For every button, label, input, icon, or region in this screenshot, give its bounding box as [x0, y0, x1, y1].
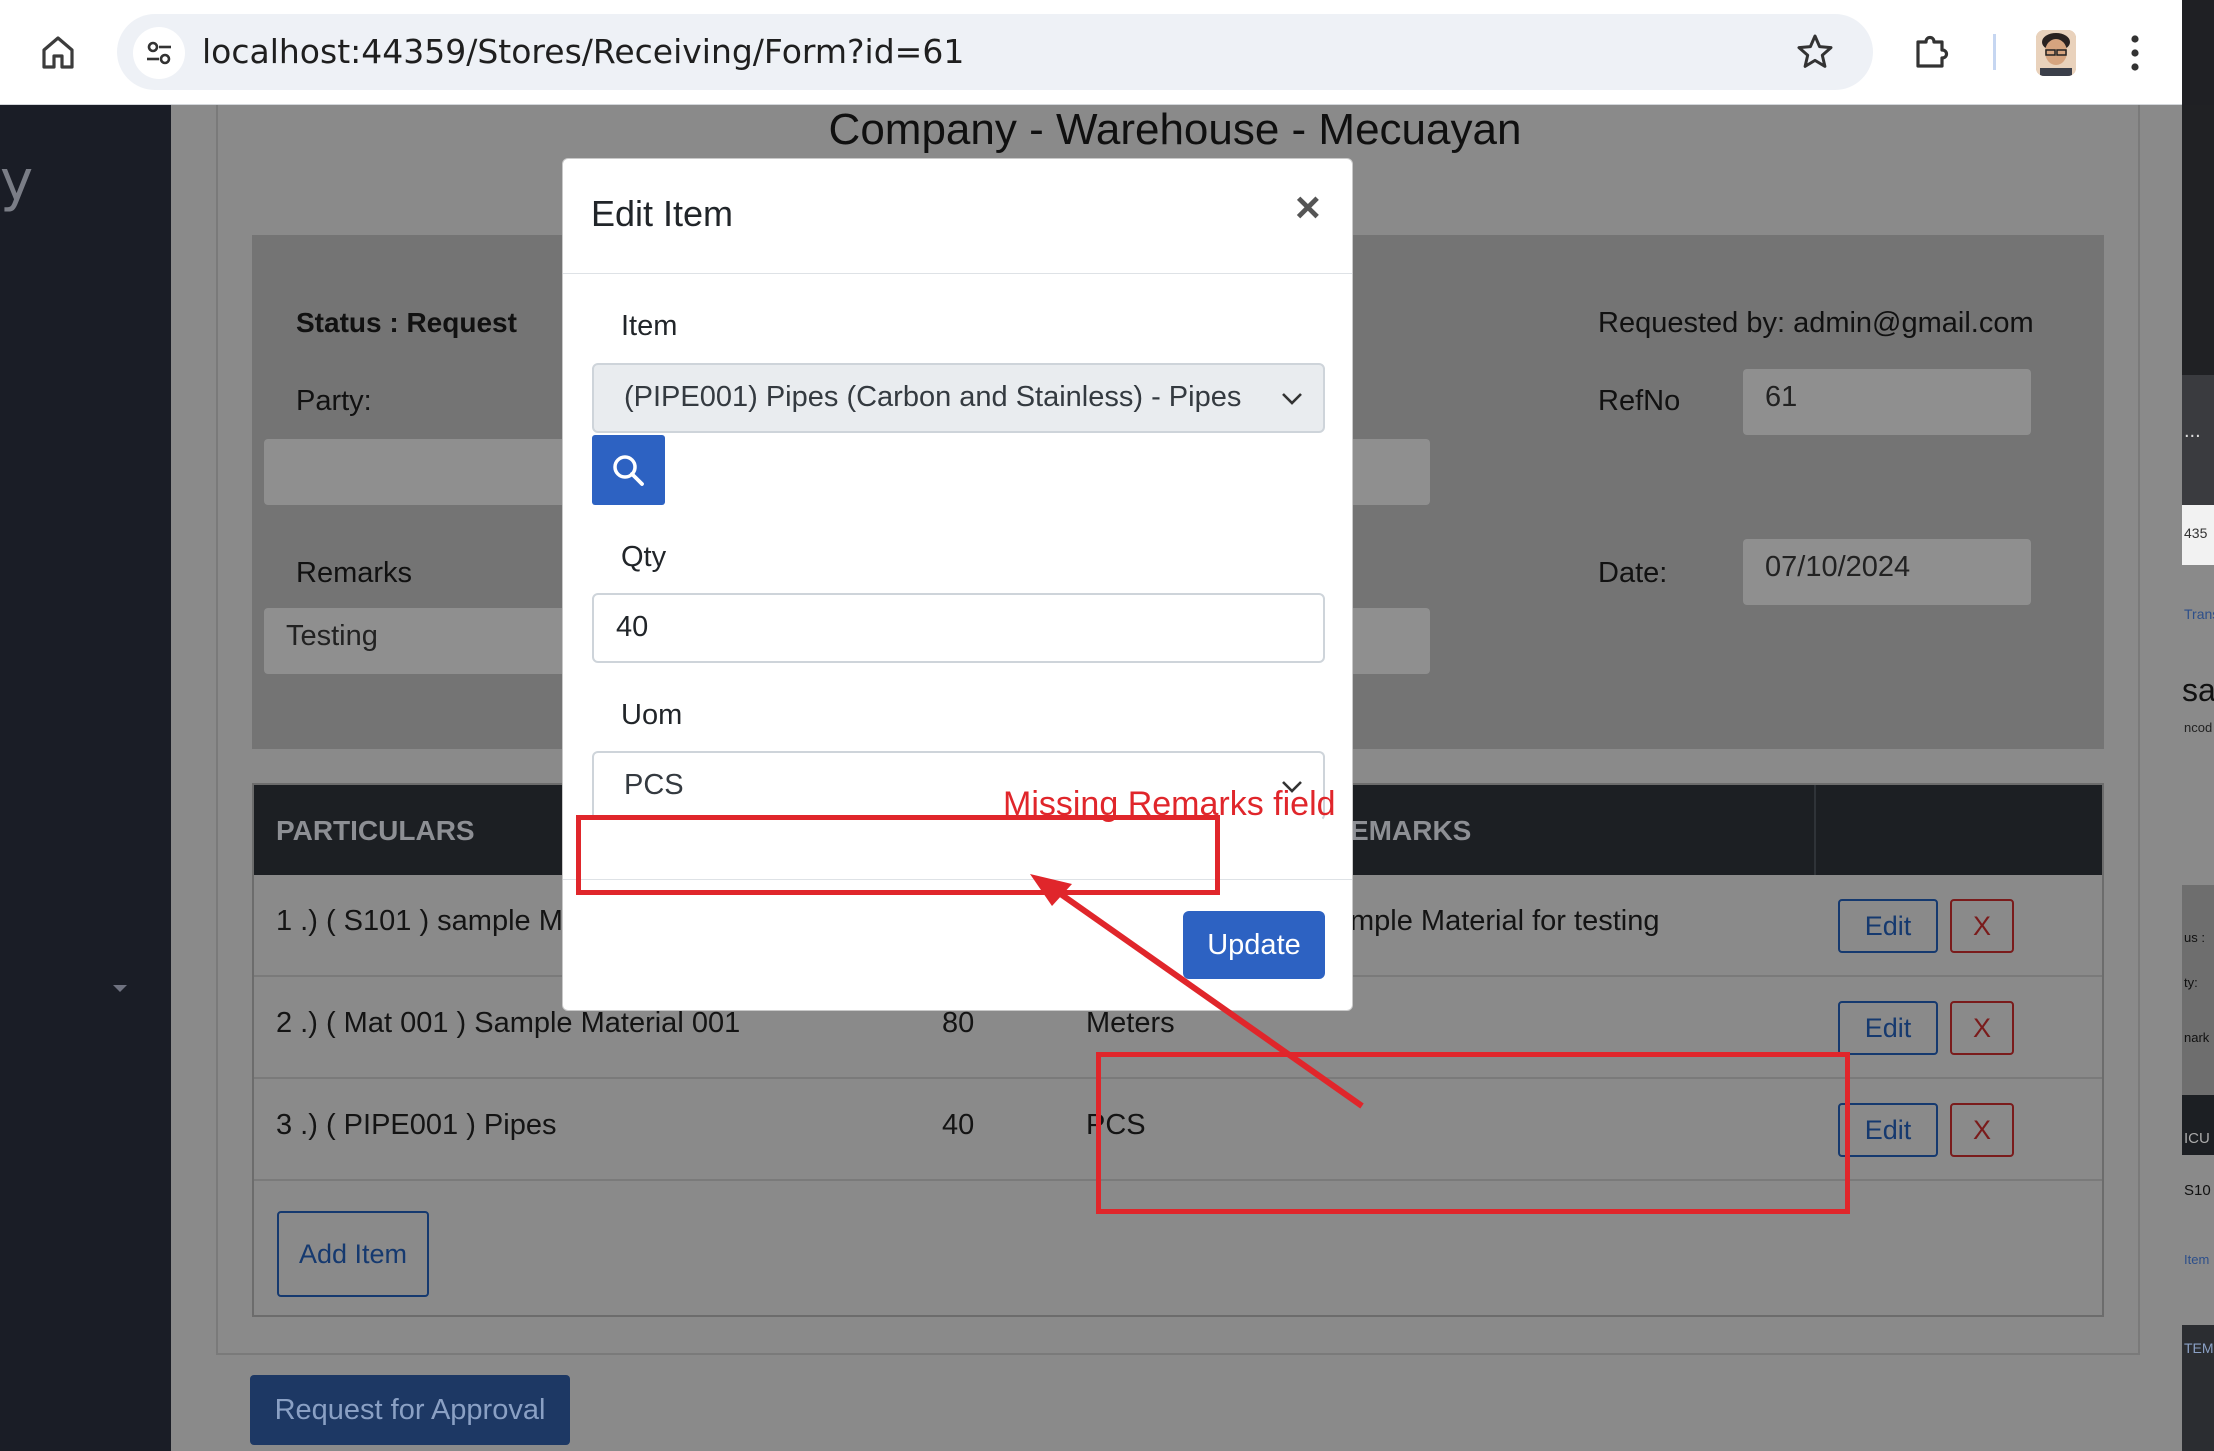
annotation-arrow-icon — [1030, 874, 1364, 1109]
